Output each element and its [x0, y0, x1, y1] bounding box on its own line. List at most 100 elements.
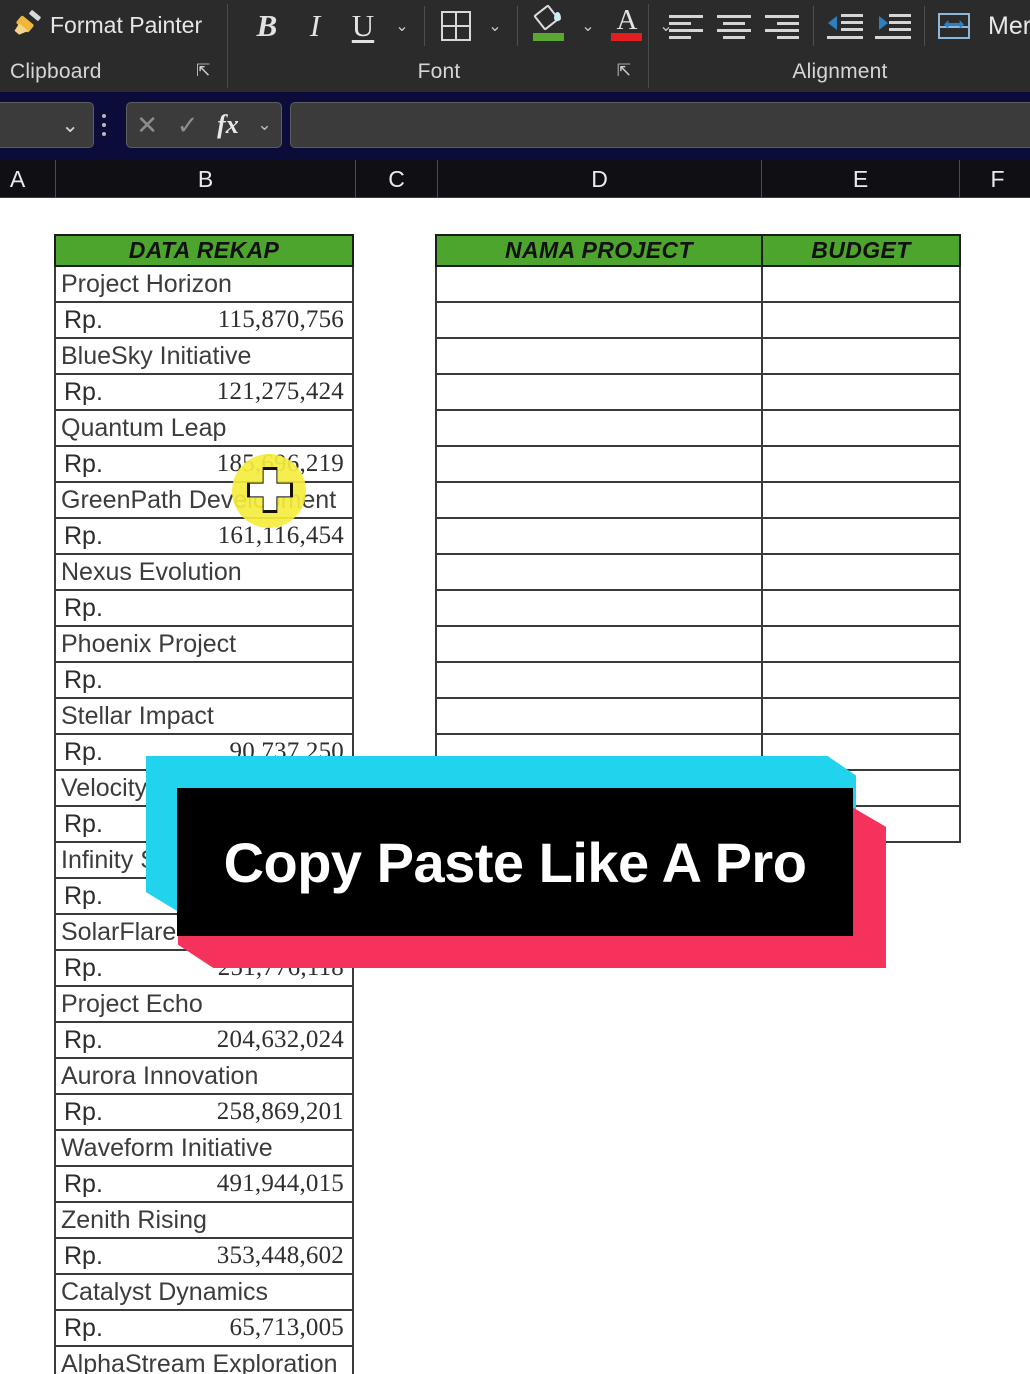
- table-row[interactable]: [435, 303, 961, 339]
- borders-button[interactable]: [432, 3, 480, 49]
- project-name-cell[interactable]: Stellar Impact: [54, 699, 354, 735]
- table-row[interactable]: [435, 591, 961, 627]
- table-row[interactable]: [435, 267, 961, 303]
- worksheet-grid[interactable]: DATA REKAP Project Horizon Rp. 115,870,756…: [0, 198, 1030, 1374]
- format-painter-button[interactable]: Format Painter: [12, 9, 202, 40]
- nama-project-cell[interactable]: [435, 591, 763, 627]
- fill-color-dropdown[interactable]: ⌄: [573, 3, 603, 49]
- project-name-cell[interactable]: Zenith Rising: [54, 1203, 354, 1239]
- merge-center-button[interactable]: [932, 3, 976, 49]
- table-row[interactable]: [435, 555, 961, 591]
- project-amount-cell[interactable]: Rp. 258,869,201: [54, 1095, 354, 1131]
- budget-cell[interactable]: [763, 375, 961, 411]
- budget-cell[interactable]: [763, 663, 961, 699]
- project-amount-cell[interactable]: Rp. 491,944,015: [54, 1167, 354, 1203]
- budget-cell[interactable]: [763, 555, 961, 591]
- column-header-e[interactable]: E: [762, 160, 960, 198]
- formula-input[interactable]: [290, 102, 1030, 148]
- column-header-d[interactable]: D: [438, 160, 762, 198]
- align-left-button[interactable]: [662, 3, 710, 49]
- project-amount-cell[interactable]: Rp.: [54, 663, 354, 699]
- project-name-cell[interactable]: Aurora Innovation: [54, 1059, 354, 1095]
- name-box[interactable]: ⌄: [0, 102, 94, 148]
- underline-button[interactable]: U: [339, 3, 387, 49]
- table-row[interactable]: [435, 375, 961, 411]
- enter-formula-icon[interactable]: ✓: [177, 110, 199, 141]
- project-name-cell[interactable]: Project Horizon: [54, 267, 354, 303]
- borders-dropdown[interactable]: ⌄: [480, 3, 510, 49]
- caption-banner: Copy Paste Like A Pro: [146, 756, 886, 971]
- column-header-c[interactable]: C: [356, 160, 438, 198]
- budget-cell[interactable]: [763, 483, 961, 519]
- budget-cell[interactable]: [763, 627, 961, 663]
- column-header-b[interactable]: B: [56, 160, 356, 198]
- project-amount-cell[interactable]: Rp. 121,275,424: [54, 375, 354, 411]
- clipboard-dialog-launcher-icon[interactable]: ⇱: [196, 61, 210, 81]
- column-header-a[interactable]: A: [0, 160, 56, 198]
- currency-prefix: Rp.: [64, 593, 103, 622]
- align-right-button[interactable]: [758, 3, 806, 49]
- project-name-cell[interactable]: Catalyst Dynamics: [54, 1275, 354, 1311]
- nama-project-cell[interactable]: [435, 483, 763, 519]
- fill-color-button[interactable]: [525, 3, 573, 49]
- nama-project-cell[interactable]: [435, 663, 763, 699]
- underline-dropdown[interactable]: ⌄: [387, 3, 417, 49]
- budget-cell[interactable]: [763, 591, 961, 627]
- nama-project-cell[interactable]: [435, 303, 763, 339]
- nama-project-cell[interactable]: [435, 555, 763, 591]
- project-amount-cell[interactable]: Rp. 161,116,454: [54, 519, 354, 555]
- nama-project-cell[interactable]: [435, 519, 763, 555]
- table-row[interactable]: [435, 627, 961, 663]
- project-name-cell[interactable]: Waveform Initiative: [54, 1131, 354, 1167]
- nama-project-cell[interactable]: [435, 339, 763, 375]
- nama-project-cell[interactable]: [435, 627, 763, 663]
- nama-project-cell[interactable]: [435, 447, 763, 483]
- nama-project-cell[interactable]: [435, 267, 763, 303]
- insert-function-icon[interactable]: fx: [217, 110, 239, 140]
- project-name-cell[interactable]: Nexus Evolution: [54, 555, 354, 591]
- font-color-button[interactable]: A: [603, 3, 651, 49]
- font-group-label: Font: [417, 60, 461, 83]
- nama-project-cell[interactable]: [435, 699, 763, 735]
- increase-indent-button[interactable]: [869, 3, 917, 49]
- table-row[interactable]: [435, 663, 961, 699]
- table-row[interactable]: [435, 447, 961, 483]
- chevron-down-icon[interactable]: ⌄: [257, 115, 271, 135]
- project-amount-cell[interactable]: Rp. 65,713,005: [54, 1311, 354, 1347]
- budget-cell[interactable]: [763, 411, 961, 447]
- project-name-cell[interactable]: Quantum Leap: [54, 411, 354, 447]
- project-name-cell[interactable]: Project Echo: [54, 987, 354, 1023]
- nama-project-cell[interactable]: [435, 375, 763, 411]
- table-row[interactable]: [435, 699, 961, 735]
- project-amount-cell[interactable]: Rp. 115,870,756: [54, 303, 354, 339]
- budget-cell[interactable]: [763, 267, 961, 303]
- table-row[interactable]: [435, 483, 961, 519]
- bold-button[interactable]: B: [243, 3, 291, 49]
- align-center-button[interactable]: [710, 3, 758, 49]
- table-row[interactable]: [435, 339, 961, 375]
- project-name-cell[interactable]: GreenPath Development: [54, 483, 354, 519]
- project-name-cell[interactable]: Phoenix Project: [54, 627, 354, 663]
- project-amount-cell[interactable]: Rp.: [54, 591, 354, 627]
- budget-cell[interactable]: [763, 303, 961, 339]
- column-header-f[interactable]: F: [960, 160, 1030, 198]
- project-amount-cell[interactable]: Rp.185,696,219: [54, 447, 354, 483]
- budget-cell[interactable]: [763, 339, 961, 375]
- table-row[interactable]: [435, 411, 961, 447]
- font-dialog-launcher-icon[interactable]: ⇱: [617, 61, 631, 81]
- currency-prefix: Rp.: [64, 809, 103, 838]
- budget-cell[interactable]: [763, 519, 961, 555]
- nama-project-cell[interactable]: [435, 411, 763, 447]
- decrease-indent-button[interactable]: [821, 3, 869, 49]
- project-name-cell[interactable]: BlueSky Initiative: [54, 339, 354, 375]
- cancel-formula-icon[interactable]: ✕: [136, 110, 158, 141]
- budget-cell[interactable]: [763, 447, 961, 483]
- italic-button[interactable]: I: [291, 3, 339, 49]
- table-row[interactable]: [435, 519, 961, 555]
- budget-cell[interactable]: [763, 699, 961, 735]
- project-amount-cell[interactable]: Rp. 353,448,602: [54, 1239, 354, 1275]
- more-options-icon[interactable]: [102, 114, 107, 136]
- currency-prefix: Rp.: [64, 1025, 103, 1054]
- project-name-cell[interactable]: AlphaStream Exploration: [54, 1347, 354, 1374]
- project-amount-cell[interactable]: Rp. 204,632,024: [54, 1023, 354, 1059]
